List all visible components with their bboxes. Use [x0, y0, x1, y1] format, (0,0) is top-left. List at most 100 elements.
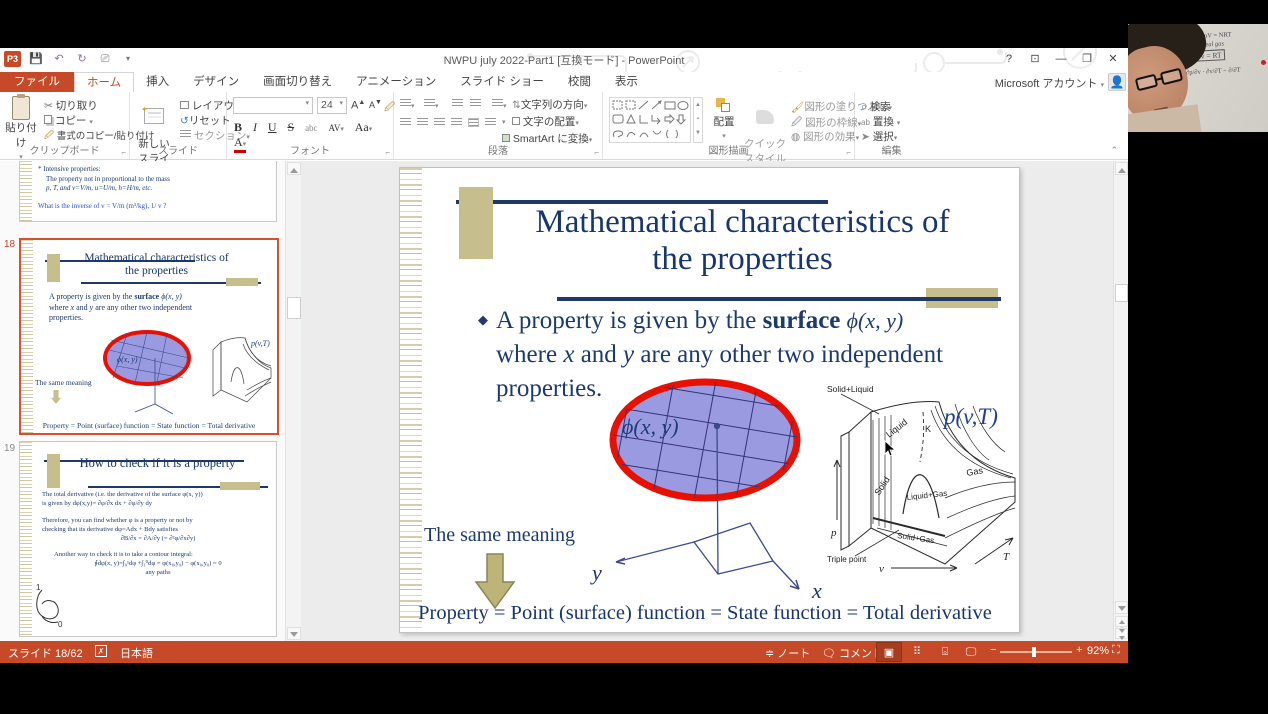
- drawing-dialog-launcher[interactable]: ⌐: [846, 148, 851, 157]
- paragraph-dialog-launcher[interactable]: ⌐: [594, 148, 599, 157]
- section-icon: [180, 130, 191, 139]
- scrollbar-thumb[interactable]: [1115, 284, 1128, 302]
- zoom-slider-thumb[interactable]: [1032, 647, 1036, 657]
- increase-indent-button[interactable]: [470, 99, 481, 111]
- italic-button[interactable]: I: [253, 120, 257, 135]
- scroll-down-button[interactable]: [287, 627, 301, 640]
- window-title: NWPU july 2022-Part1 [互換モード] - PowerPoin…: [443, 55, 685, 67]
- slide-18-thumbnail[interactable]: Mathematical characteristics of the prop…: [19, 238, 279, 435]
- scroll-up-button[interactable]: [287, 162, 301, 175]
- cut-button[interactable]: ✂ 切り取り: [44, 98, 98, 113]
- zoom-slider[interactable]: [1000, 647, 1072, 657]
- font-size-input[interactable]: 24 ▾: [317, 97, 347, 114]
- grow-font-button[interactable]: A▲: [351, 99, 365, 112]
- clipboard-dialog-launcher[interactable]: ⌐: [121, 148, 126, 157]
- thumb19-line: ∂B/∂x = ∂A/∂y (= ∂²φ/∂x∂y): [120, 535, 196, 542]
- thumb17-line: What is the inverse of v = V/m (m³/kg), …: [38, 201, 167, 210]
- underline-button[interactable]: U: [268, 120, 277, 135]
- comments-button[interactable]: 🗨 コメント: [822, 645, 883, 661]
- normal-view-button[interactable]: ▣: [876, 642, 902, 662]
- thumb19-contour-loop: 1 0: [36, 583, 63, 628]
- account-dropdown-icon[interactable]: ▾: [1100, 82, 1104, 89]
- tab-slideshow[interactable]: スライド ショー: [448, 72, 556, 92]
- tab-file[interactable]: ファイル: [0, 72, 74, 92]
- main-scrollbar[interactable]: [1113, 161, 1128, 641]
- scroll-down-button[interactable]: [1115, 601, 1128, 614]
- find-button[interactable]: ⌕ 検索: [861, 99, 891, 114]
- text-direction-button[interactable]: ⇅文字列の方向▾: [512, 97, 587, 112]
- bullets-button[interactable]: ▾: [400, 99, 415, 111]
- shrink-font-button[interactable]: A▼: [369, 99, 382, 110]
- font-name-input[interactable]: ▾: [233, 97, 313, 114]
- zoom-out-button[interactable]: −: [990, 644, 996, 656]
- pvt-liquid-gas-label: Liquid+Gas: [906, 489, 947, 502]
- columns-button[interactable]: [485, 118, 496, 127]
- pvt-gas-label: Gas: [966, 465, 984, 478]
- slide-canvas[interactable]: Mathematical characteristics of the prop…: [399, 167, 1020, 633]
- zoom-level[interactable]: 92%: [1087, 645, 1109, 657]
- slide-19-thumbnail[interactable]: How to check if it is a property The tot…: [19, 441, 277, 637]
- change-case-button[interactable]: Aa▾: [355, 120, 373, 135]
- thumbnail-pane-scrollbar[interactable]: [285, 161, 301, 641]
- language-indicator[interactable]: 日本語: [120, 645, 153, 661]
- slide-counter[interactable]: スライド 18/62: [8, 645, 83, 661]
- numbering-button[interactable]: ▾: [424, 99, 439, 111]
- slideshow-view-button[interactable]: 🖵: [958, 642, 984, 662]
- whiteboard-formula: pV = NRT: [1203, 31, 1232, 40]
- align-text-button[interactable]: 文字の配置▾: [512, 114, 579, 129]
- tab-insert[interactable]: 挿入: [134, 72, 181, 92]
- font-dialog-launcher[interactable]: ⌐: [385, 148, 390, 157]
- close-button[interactable]: ✕: [1100, 48, 1126, 70]
- copy-button[interactable]: コピー ▾: [44, 113, 93, 128]
- notes-button[interactable]: ≑ ノート: [765, 645, 810, 661]
- tab-transitions[interactable]: 画面切り替え: [251, 72, 344, 92]
- help-button[interactable]: ?: [996, 48, 1022, 70]
- tab-design[interactable]: デザイン: [181, 72, 251, 92]
- reset-button[interactable]: ↺リセット: [180, 113, 231, 128]
- thumb18-ellipse-figure: ϕ(x, y): [103, 330, 191, 415]
- reading-view-button[interactable]: ⌺: [932, 642, 958, 662]
- tab-review[interactable]: 校閲: [556, 72, 603, 92]
- numbering-icon: [424, 99, 435, 108]
- replace-icon: ab: [861, 117, 870, 127]
- bullet-line1: A property is given by the surface ϕ(x, …: [496, 307, 904, 334]
- fit-slide-to-window-button[interactable]: ⛶: [1112, 644, 1120, 657]
- arrange-button[interactable]: 配置 ▾: [707, 98, 741, 141]
- shapes-gallery[interactable]: [609, 97, 691, 143]
- font-group-label: フォント: [290, 146, 330, 157]
- tab-view[interactable]: 表示: [603, 72, 650, 92]
- char-spacing-button[interactable]: AV▾: [328, 123, 343, 133]
- shapes-gallery-scroll[interactable]: ▲ ▪ ▼: [693, 97, 703, 143]
- line-spacing-button[interactable]: ▾: [492, 99, 507, 111]
- avatar[interactable]: 👤: [1108, 73, 1126, 91]
- account-label[interactable]: Microsoft アカウント: [995, 78, 1098, 90]
- line-spacing-icon: [492, 99, 503, 108]
- collapse-ribbon-icon[interactable]: ⌃: [1110, 145, 1118, 156]
- slide-17-thumbnail[interactable]: * Intensive properties: The property not…: [19, 161, 277, 222]
- scrollbar-thumb[interactable]: [287, 297, 301, 319]
- slide-editing-area: Mathematical characteristics of the prop…: [302, 161, 1113, 641]
- ribbon-display-options-button[interactable]: ⊡: [1022, 48, 1048, 70]
- slide-sorter-view-button[interactable]: ⠿: [904, 642, 930, 662]
- bold-button[interactable]: B: [234, 120, 242, 135]
- zoom-in-button[interactable]: +: [1076, 644, 1082, 656]
- previous-slide-button[interactable]: [1115, 616, 1128, 631]
- justify-button[interactable]: [451, 118, 462, 127]
- tab-home[interactable]: ホーム: [74, 72, 135, 92]
- minimize-button[interactable]: —: [1048, 48, 1074, 70]
- replace-button[interactable]: ab 置換 ▾: [861, 114, 900, 129]
- align-center-button[interactable]: [417, 118, 428, 127]
- distribute-button[interactable]: [468, 118, 479, 127]
- align-left-button[interactable]: [400, 118, 411, 127]
- align-right-button[interactable]: [434, 118, 445, 127]
- scroll-up-button[interactable]: [1115, 162, 1128, 175]
- decrease-indent-button[interactable]: [452, 99, 463, 111]
- spellcheck-icon[interactable]: ✗: [95, 645, 107, 657]
- restore-button[interactable]: ❐: [1074, 48, 1100, 70]
- title-underline: [557, 297, 1001, 301]
- text-shadow-button[interactable]: abc: [305, 123, 318, 133]
- next-slide-button[interactable]: [1115, 628, 1128, 640]
- tab-animations[interactable]: アニメーション: [344, 72, 448, 92]
- group-slides: ✦ 新しい スライド▾ レイアウト▾ ↺リセット セクション▾ スライド: [130, 92, 250, 180]
- strikethrough-button[interactable]: S: [287, 120, 294, 135]
